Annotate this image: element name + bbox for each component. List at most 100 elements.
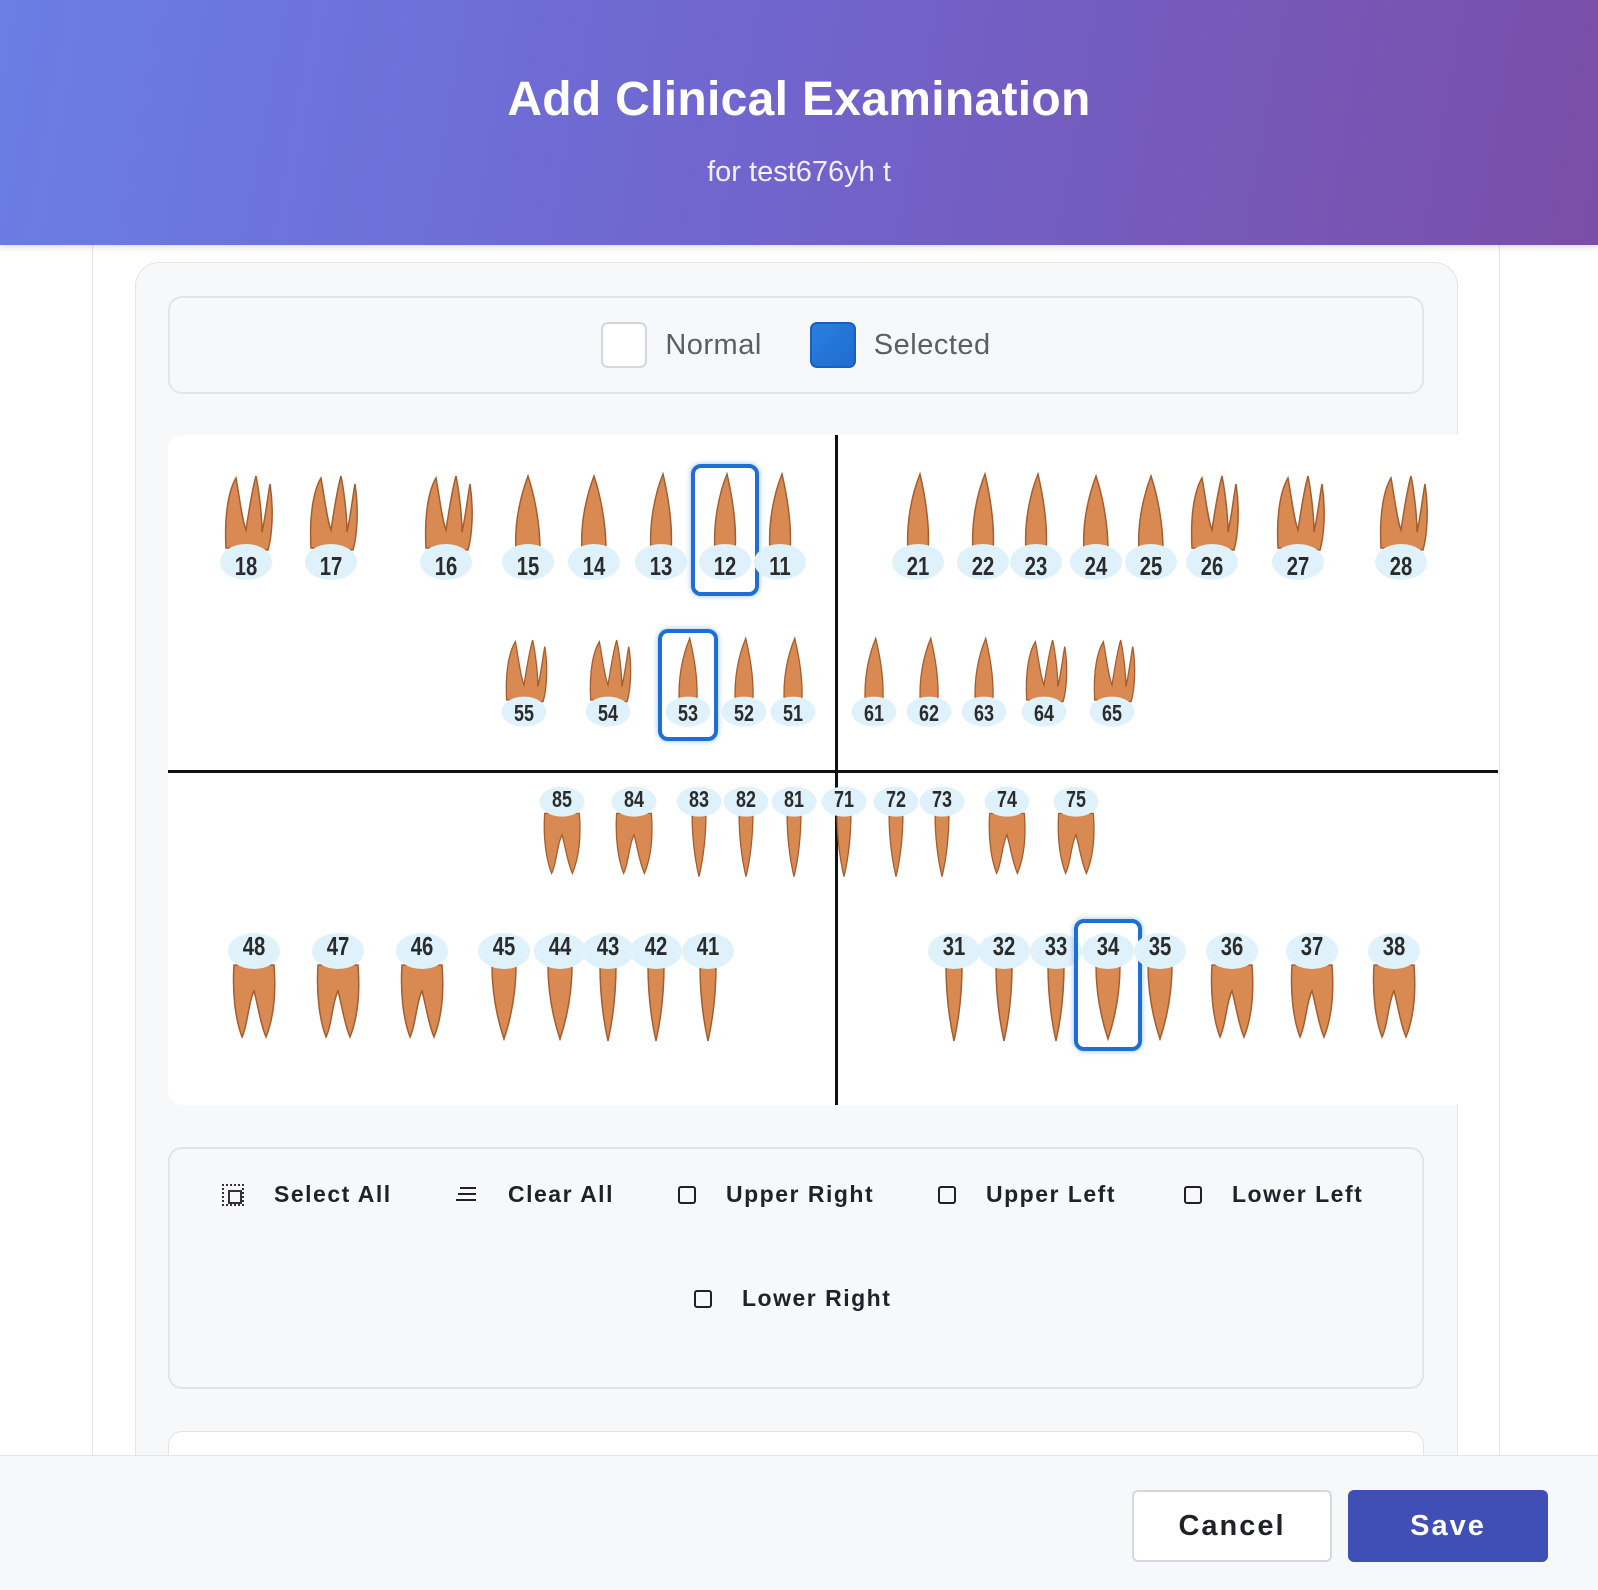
tooth-number-label: 13 xyxy=(649,551,673,581)
tooth-number-label: 48 xyxy=(242,931,266,961)
upper-left-toggle[interactable]: Upper Left xyxy=(938,1181,1116,1208)
tooth-16[interactable]: 16 xyxy=(416,470,476,590)
tooth-42[interactable]: 42 xyxy=(626,925,686,1045)
tooth-17[interactable]: 17 xyxy=(301,470,361,590)
dialog-subtitle: for test676yh t xyxy=(707,156,891,188)
tooth-number-label: 64 xyxy=(1034,700,1054,726)
tooth-84[interactable]: 84 xyxy=(608,780,660,880)
tooth-61[interactable]: 61 xyxy=(848,635,900,735)
tooth-36[interactable]: 36 xyxy=(1202,925,1262,1045)
tooth-number-label: 82 xyxy=(736,786,756,812)
tooth-35[interactable]: 35 xyxy=(1130,925,1190,1045)
tooth-number-label: 51 xyxy=(783,700,803,726)
tooth-54[interactable]: 54 xyxy=(582,635,634,735)
tooth-number-label: 72 xyxy=(886,786,906,812)
quick-select-panel: Select All Clear All Upper Right Upper L… xyxy=(168,1147,1424,1389)
tooth-number-label: 12 xyxy=(713,551,737,581)
tooth-72[interactable]: 72 xyxy=(870,780,922,880)
tooth-number-label: 22 xyxy=(971,551,995,581)
tooth-18[interactable]: 18 xyxy=(216,470,276,590)
tooth-53[interactable]: 53 xyxy=(658,629,718,741)
upper-right-checkbox-icon xyxy=(678,1185,696,1204)
tooth-26[interactable]: 26 xyxy=(1182,470,1242,590)
clear-all-icon xyxy=(456,1184,478,1206)
tooth-28[interactable]: 28 xyxy=(1371,470,1431,590)
tooth-73[interactable]: 73 xyxy=(916,780,968,880)
select-all-button[interactable]: Select All xyxy=(222,1181,392,1208)
tooth-number-label: 23 xyxy=(1024,551,1048,581)
tooth-number-label: 15 xyxy=(516,551,540,581)
tooth-number-label: 32 xyxy=(992,931,1016,961)
tooth-number-label: 21 xyxy=(906,551,930,581)
tooth-55[interactable]: 55 xyxy=(498,635,550,735)
tooth-38[interactable]: 38 xyxy=(1364,925,1424,1045)
tooth-21[interactable]: 21 xyxy=(888,470,948,590)
tooth-number-label: 44 xyxy=(548,931,572,961)
tooth-62[interactable]: 62 xyxy=(903,635,955,735)
tooth-number-label: 31 xyxy=(942,931,966,961)
lower-right-checkbox-icon xyxy=(694,1289,712,1308)
tooth-48[interactable]: 48 xyxy=(224,925,284,1045)
tooth-64[interactable]: 64 xyxy=(1018,635,1070,735)
cancel-button[interactable]: Cancel xyxy=(1132,1490,1332,1562)
tooth-27[interactable]: 27 xyxy=(1268,470,1328,590)
tooth-85[interactable]: 85 xyxy=(536,780,588,880)
tooth-number-label: 26 xyxy=(1200,551,1224,581)
tooth-41[interactable]: 41 xyxy=(678,925,738,1045)
tooth-number-label: 85 xyxy=(552,786,572,812)
tooth-number-label: 74 xyxy=(997,786,1017,812)
tooth-63[interactable]: 63 xyxy=(958,635,1010,735)
tooth-83[interactable]: 83 xyxy=(673,780,725,880)
lower-left-checkbox-icon xyxy=(1184,1185,1202,1204)
tooth-14[interactable]: 14 xyxy=(564,470,624,590)
tooth-34[interactable]: 34 xyxy=(1074,919,1142,1051)
tooth-25[interactable]: 25 xyxy=(1121,470,1181,590)
legend-selected: Selected xyxy=(809,322,991,368)
dialog-header: Add Clinical Examination for test676yh t xyxy=(0,0,1598,245)
tooth-52[interactable]: 52 xyxy=(718,635,770,735)
tooth-number-label: 52 xyxy=(734,700,754,726)
dialog-title: Add Clinical Examination xyxy=(507,73,1091,126)
tooth-45[interactable]: 45 xyxy=(474,925,534,1045)
clear-all-label: Clear All xyxy=(508,1181,614,1207)
tooth-number-label: 73 xyxy=(932,786,952,812)
lower-left-toggle[interactable]: Lower Left xyxy=(1184,1181,1363,1208)
tooth-number-label: 27 xyxy=(1286,551,1310,581)
tooth-24[interactable]: 24 xyxy=(1066,470,1126,590)
tooth-22[interactable]: 22 xyxy=(953,470,1013,590)
tooth-82[interactable]: 82 xyxy=(720,780,772,880)
tooth-11[interactable]: 11 xyxy=(750,470,810,590)
tooth-65[interactable]: 65 xyxy=(1086,635,1138,735)
upper-left-checkbox-icon xyxy=(938,1185,956,1204)
tooth-chart: 18 17 16 15 14 13 12 11 21 22 23 24 25 26 27 28 55 54 53 52… xyxy=(168,435,1498,1105)
tooth-number-label: 46 xyxy=(410,931,434,961)
lower-left-label: Lower Left xyxy=(1232,1181,1364,1207)
tooth-32[interactable]: 32 xyxy=(974,925,1034,1045)
tooth-37[interactable]: 37 xyxy=(1282,925,1342,1045)
tooth-47[interactable]: 47 xyxy=(308,925,368,1045)
select-all-icon xyxy=(222,1183,244,1206)
upper-right-toggle[interactable]: Upper Right xyxy=(678,1181,874,1208)
tooth-74[interactable]: 74 xyxy=(981,780,1033,880)
tooth-number-label: 83 xyxy=(689,786,709,812)
tooth-46[interactable]: 46 xyxy=(392,925,452,1045)
legend-selected-label: Selected xyxy=(873,328,991,361)
tooth-number-label: 71 xyxy=(834,786,854,812)
tooth-71[interactable]: 71 xyxy=(818,780,870,880)
tooth-number-label: 16 xyxy=(434,551,458,581)
tooth-13[interactable]: 13 xyxy=(631,470,691,590)
tooth-12[interactable]: 12 xyxy=(691,464,759,596)
save-button[interactable]: Save xyxy=(1348,1490,1548,1562)
tooth-75[interactable]: 75 xyxy=(1050,780,1102,880)
tooth-23[interactable]: 23 xyxy=(1006,470,1066,590)
lower-right-toggle[interactable]: Lower Right xyxy=(694,1285,891,1312)
tooth-number-label: 36 xyxy=(1220,931,1244,961)
tooth-15[interactable]: 15 xyxy=(498,470,558,590)
tooth-51[interactable]: 51 xyxy=(767,635,819,735)
tooth-81[interactable]: 81 xyxy=(768,780,820,880)
tooth-number-label: 81 xyxy=(784,786,804,812)
selected-swatch xyxy=(809,322,856,368)
select-all-label: Select All xyxy=(274,1181,392,1207)
tooth-number-label: 45 xyxy=(492,931,516,961)
clear-all-button[interactable]: Clear All xyxy=(456,1181,614,1208)
